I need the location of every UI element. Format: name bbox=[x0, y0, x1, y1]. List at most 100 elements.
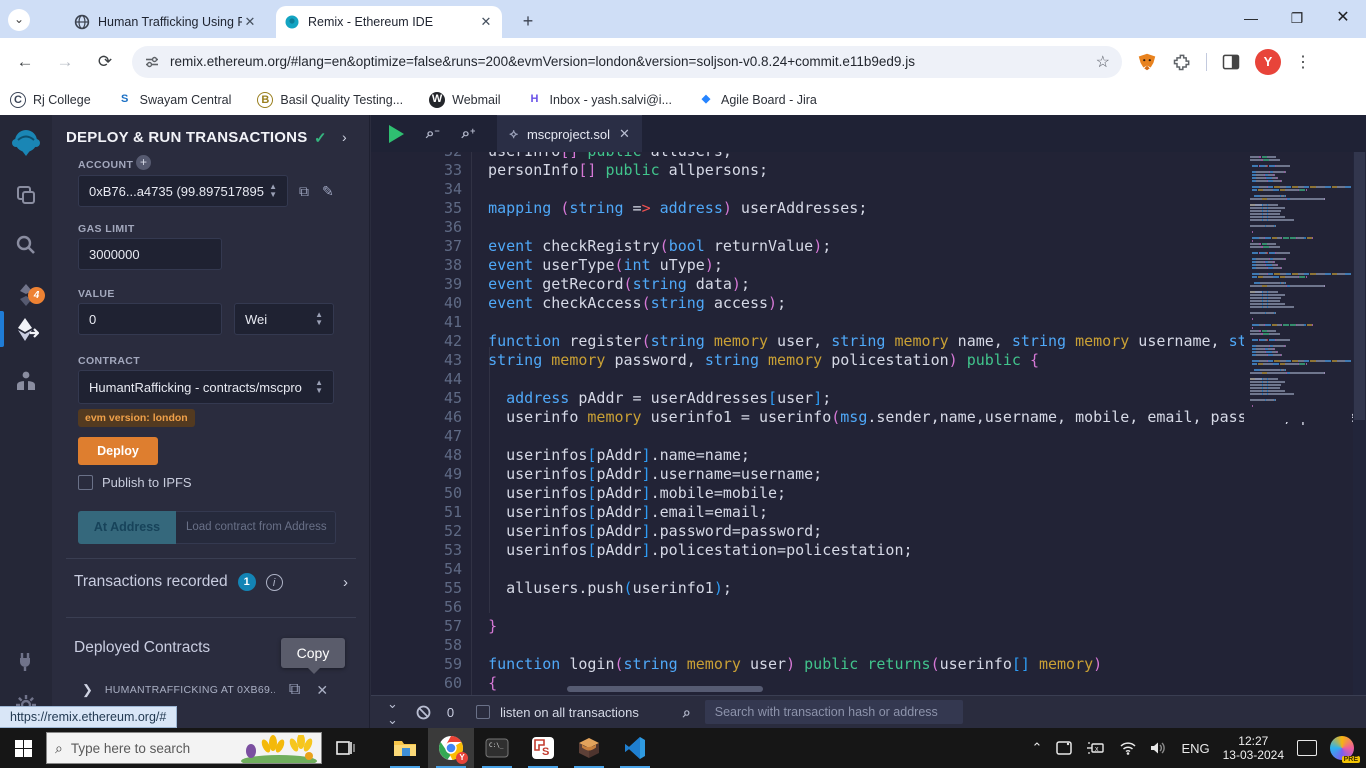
seasonal-flowers-image[interactable] bbox=[239, 735, 319, 763]
bookmark-item[interactable]: H Inbox - yash.salvi@i... bbox=[527, 92, 672, 108]
code-line[interactable]: 52 userinfos[pAddr].password=password; bbox=[371, 522, 1366, 541]
file-explorer-icon[interactable] bbox=[0, 173, 52, 217]
contract-select[interactable]: HumantRafficking - contracts/mscpro ▲ ▼ bbox=[78, 370, 334, 404]
select-stepper-icon[interactable]: ▲ ▼ bbox=[315, 379, 323, 395]
value-unit-select[interactable]: Wei ▲ ▼ bbox=[234, 303, 334, 335]
vertical-scrollbar[interactable] bbox=[1353, 152, 1366, 695]
taskbar-search-box[interactable]: ⌕ Type here to search bbox=[46, 732, 322, 764]
bookmark-star-icon[interactable]: ☆ bbox=[1096, 52, 1110, 72]
copy-contract-icon[interactable]: ⧉ bbox=[289, 681, 300, 699]
window-close-button[interactable]: ✕ bbox=[1320, 0, 1366, 38]
code-line[interactable]: 43 string memory password, string memory… bbox=[371, 351, 1366, 370]
volume-icon[interactable] bbox=[1150, 741, 1168, 755]
publish-ipfs-checkbox[interactable] bbox=[78, 475, 93, 490]
at-address-input[interactable]: Load contract from Address bbox=[176, 511, 336, 544]
browser-tab-1[interactable]: Human Trafficking Using Face R ✕ bbox=[66, 6, 266, 38]
info-icon[interactable]: i bbox=[265, 573, 283, 591]
code-line[interactable]: 58 bbox=[371, 636, 1366, 655]
copy-account-icon[interactable]: ⧉ bbox=[299, 183, 309, 200]
code-line[interactable]: 37 event checkRegistry(bool returnValue)… bbox=[371, 237, 1366, 256]
task-view-button[interactable] bbox=[322, 728, 368, 768]
vscode-taskbar-icon[interactable] bbox=[612, 728, 658, 768]
editor-tab[interactable]: ⟡ mscproject.sol ✕ bbox=[497, 115, 642, 152]
action-center-icon[interactable] bbox=[1297, 740, 1317, 756]
zoom-out-icon[interactable]: ⌕− bbox=[426, 125, 440, 142]
code-line[interactable]: 47 bbox=[371, 427, 1366, 446]
edit-account-icon[interactable]: ✎ bbox=[322, 183, 334, 200]
code-viewport[interactable]: 32 userInfo[] public allusers;33 personI… bbox=[371, 152, 1366, 695]
tab-close-icon[interactable]: ✕ bbox=[242, 14, 258, 30]
new-tab-button[interactable]: + bbox=[516, 10, 540, 34]
terminal-search-input[interactable] bbox=[704, 700, 963, 724]
extensions-puzzle-icon[interactable] bbox=[1172, 52, 1192, 72]
code-line[interactable]: 32 userInfo[] public allusers; bbox=[371, 152, 1366, 161]
code-line[interactable]: 34 bbox=[371, 180, 1366, 199]
clear-console-icon[interactable] bbox=[416, 705, 431, 720]
deploy-button[interactable]: Deploy bbox=[78, 437, 158, 465]
code-line[interactable]: 53 userinfos[pAddr].policestation=police… bbox=[371, 541, 1366, 560]
plugin-panel-icon[interactable] bbox=[0, 359, 52, 403]
s-app-taskbar-icon[interactable]: S bbox=[520, 728, 566, 768]
site-settings-icon[interactable] bbox=[144, 54, 160, 70]
select-stepper-icon[interactable]: ▲ ▼ bbox=[269, 183, 277, 199]
bookmark-item[interactable]: ◆ Agile Board - Jira bbox=[698, 92, 817, 108]
browser-menu-icon[interactable]: ⋮ bbox=[1295, 52, 1311, 72]
window-restore-button[interactable]: ❐ bbox=[1274, 0, 1320, 38]
deploy-run-icon[interactable] bbox=[0, 307, 52, 351]
cube-app-taskbar-icon[interactable] bbox=[566, 728, 612, 768]
metamask-extension-icon[interactable] bbox=[1136, 51, 1158, 73]
code-line[interactable]: 48 userinfos[pAddr].name=name; bbox=[371, 446, 1366, 465]
scrollbar-thumb[interactable] bbox=[1354, 152, 1365, 420]
taskbar-clock[interactable]: 12:27 13-03-2024 bbox=[1223, 734, 1284, 762]
bookmark-item[interactable]: W Webmail bbox=[429, 92, 501, 108]
tab-close-icon[interactable]: ✕ bbox=[478, 14, 494, 30]
address-bar[interactable]: remix.ethereum.org/#lang=en&optimize=fal… bbox=[132, 45, 1122, 78]
panel-expand-icon[interactable]: › bbox=[342, 129, 347, 145]
code-line[interactable]: 45 address pAddr = userAddresses[user]; bbox=[371, 389, 1366, 408]
browser-tab-2[interactable]: Remix - Ethereum IDE ✕ bbox=[276, 6, 502, 38]
plugin-manager-icon[interactable] bbox=[0, 639, 52, 683]
run-script-icon[interactable] bbox=[389, 124, 404, 143]
bookmark-item[interactable]: C Rj College bbox=[10, 92, 91, 108]
code-line[interactable]: 42 function register(string memory user,… bbox=[371, 332, 1366, 351]
forward-button[interactable]: → bbox=[50, 47, 80, 77]
tab-search-icon[interactable]: ⌄ bbox=[8, 9, 30, 31]
value-input[interactable]: 0 bbox=[78, 303, 222, 335]
transactions-recorded-row[interactable]: Transactions recorded 1 i › bbox=[74, 573, 356, 591]
minimap[interactable] bbox=[1244, 152, 1352, 422]
at-address-button[interactable]: At Address bbox=[78, 511, 176, 544]
chevron-expand-icon[interactable]: ❯ bbox=[82, 682, 93, 698]
remove-contract-icon[interactable]: ✕ bbox=[316, 682, 328, 699]
add-account-icon[interactable]: + bbox=[136, 155, 151, 170]
side-panel-icon[interactable] bbox=[1221, 52, 1241, 72]
code-line[interactable]: 56 bbox=[371, 598, 1366, 617]
code-line[interactable]: 60 { bbox=[371, 674, 1366, 693]
search-icon[interactable] bbox=[0, 223, 52, 267]
back-button[interactable]: ← bbox=[10, 47, 40, 77]
command-prompt-taskbar-icon[interactable]: C:\_ bbox=[474, 728, 520, 768]
code-line[interactable]: 40 event checkAccess(string access); bbox=[371, 294, 1366, 313]
code-line[interactable]: 50 userinfos[pAddr].mobile=mobile; bbox=[371, 484, 1366, 503]
code-line[interactable]: 44 bbox=[371, 370, 1366, 389]
code-line[interactable]: 38 event userType(int uType); bbox=[371, 256, 1366, 275]
tray-expand-icon[interactable]: ⌃ bbox=[1032, 740, 1043, 756]
horizontal-scrollbar[interactable] bbox=[567, 686, 763, 692]
bookmark-item[interactable]: S Swayam Central bbox=[117, 92, 231, 108]
zoom-in-icon[interactable]: ⌕+ bbox=[462, 125, 476, 142]
code-line[interactable]: 49 userinfos[pAddr].username=username; bbox=[371, 465, 1366, 484]
copilot-icon[interactable]: PRE bbox=[1330, 736, 1360, 763]
code-line[interactable]: 55 allusers.push(userinfo1); bbox=[371, 579, 1366, 598]
code-line[interactable]: 59 function login(string memory user) pu… bbox=[371, 655, 1366, 674]
file-explorer-taskbar-icon[interactable] bbox=[382, 728, 428, 768]
reload-button[interactable]: ⟳ bbox=[90, 47, 120, 77]
code-line[interactable]: 57 } bbox=[371, 617, 1366, 636]
chrome-taskbar-icon[interactable]: Y bbox=[428, 728, 474, 768]
remix-logo-icon[interactable] bbox=[0, 121, 52, 165]
gas-limit-input[interactable]: 3000000 bbox=[78, 238, 222, 270]
listen-transactions-checkbox[interactable] bbox=[476, 705, 491, 719]
start-button[interactable] bbox=[0, 728, 46, 768]
window-minimize-button[interactable]: — bbox=[1228, 0, 1274, 38]
code-line[interactable]: 35 mapping (string => address) userAddre… bbox=[371, 199, 1366, 218]
code-line[interactable]: 36 bbox=[371, 218, 1366, 237]
code-line[interactable]: 33 personInfo[] public allpersons; bbox=[371, 161, 1366, 180]
